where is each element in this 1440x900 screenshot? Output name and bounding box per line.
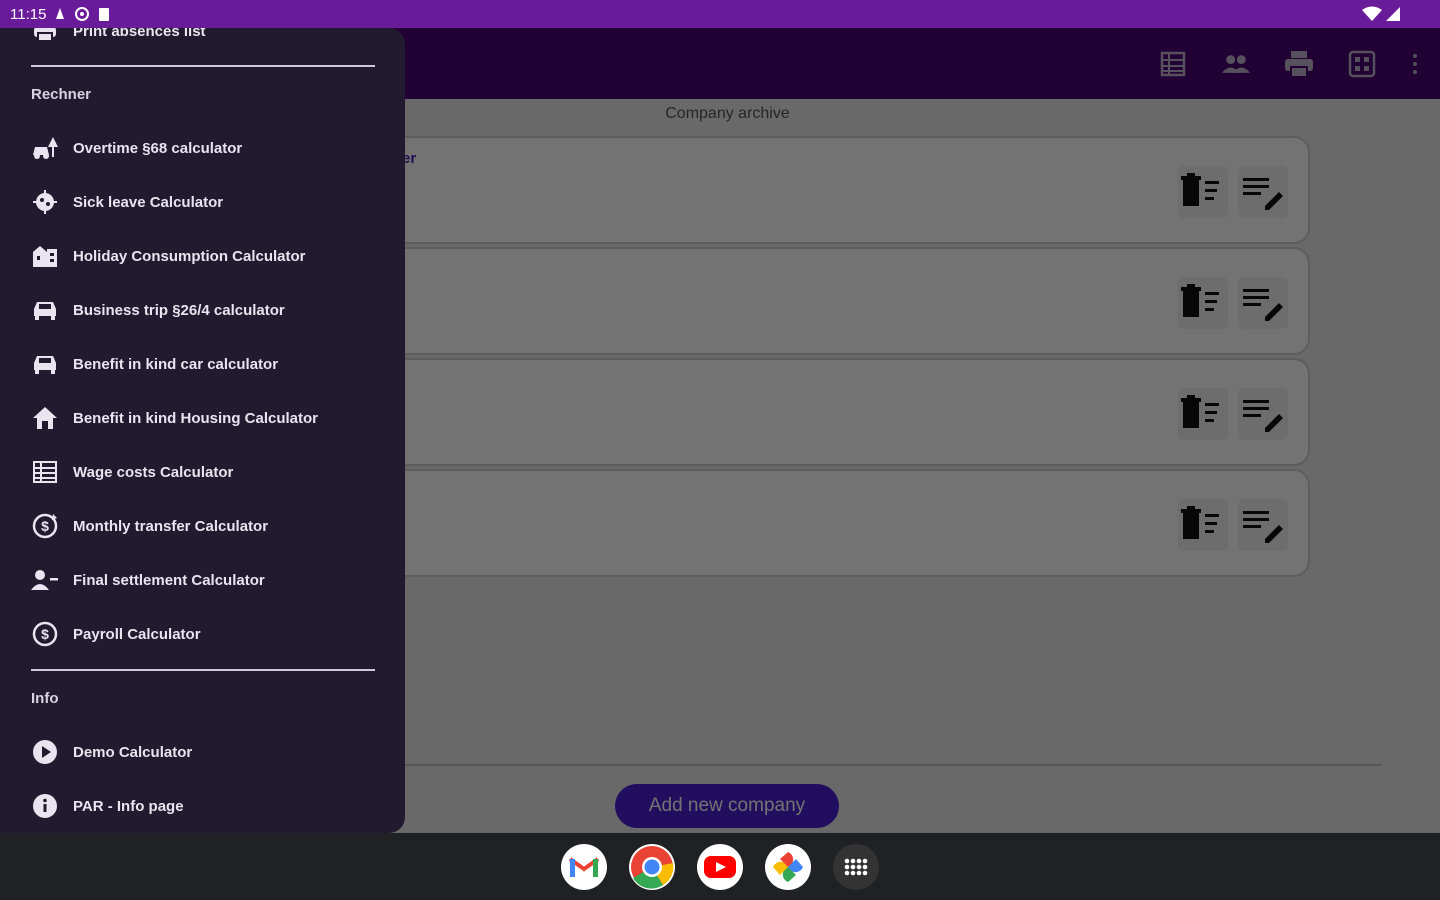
drawer-item-wage-costs-calculator[interactable]: Wage costs Calculator — [30, 452, 233, 492]
drawer-item-label: Monthly transfer Calculator — [73, 517, 269, 535]
delete-button[interactable] — [1178, 277, 1228, 329]
delete-list-icon — [1181, 284, 1219, 317]
edit-button[interactable] — [1238, 388, 1288, 440]
info-circle-icon — [30, 791, 60, 821]
drawer-item-label: Holiday Consumption Calculator — [73, 247, 306, 265]
drawer-item-label: Benefit in kind car calculator — [73, 355, 279, 373]
drawer-item-demo-calculator[interactable]: Demo Calculator — [30, 732, 192, 772]
drawer-divider — [31, 65, 375, 67]
edit-list-icon — [1243, 289, 1283, 321]
app-launcher-icon[interactable] — [833, 843, 879, 890]
more-vert-icon[interactable] — [1410, 49, 1420, 79]
drawer-item-label: Overtime §68 calculator — [73, 139, 243, 157]
drawer-item-overtime-calculator[interactable]: Overtime §68 calculator — [30, 128, 242, 168]
drawer-item-monthly-transfer-calculator[interactable]: $ Monthly transfer Calculator — [30, 506, 268, 546]
screen: 11:15 Company archive er Add new company… — [0, 0, 1440, 900]
drawer-item-label: Payroll Calculator — [73, 625, 201, 643]
drawer-item-benefit-car-calculator[interactable]: Benefit in kind car calculator — [30, 344, 278, 384]
edit-button[interactable] — [1238, 499, 1288, 551]
dashboard-icon[interactable] — [1347, 49, 1377, 79]
house-icon — [30, 403, 60, 433]
drawer-item-label: Wage costs Calculator — [73, 463, 234, 481]
drawer-item-final-settlement-calculator[interactable]: Final settlement Calculator — [30, 560, 265, 600]
dollar-circle-icon: $ — [30, 619, 60, 649]
drawer-item-print-absences[interactable]: Print absences list — [30, 28, 206, 51]
edit-button[interactable] — [1238, 277, 1288, 329]
status-time: 11:15 — [10, 5, 47, 23]
battery-saver-icon — [99, 8, 110, 21]
drawer-item-business-trip-calculator[interactable]: Business trip §26/4 calculator — [30, 290, 285, 330]
drawer-item-sick-leave-calculator[interactable]: Sick leave Calculator — [30, 182, 223, 222]
navigation-drawer: Print absences list Rechner Overtime §68… — [0, 28, 405, 833]
print-icon — [30, 28, 60, 46]
building-icon — [30, 241, 60, 271]
person-remove-icon — [30, 565, 60, 595]
drawer-item-label: Business trip §26/4 calculator — [73, 301, 285, 319]
taskbar — [0, 833, 1440, 900]
drawer-item-holiday-calculator[interactable]: Holiday Consumption Calculator — [30, 236, 306, 276]
drawer-item-label: Benefit in kind Housing Calculator — [73, 409, 319, 427]
notification-icon — [56, 8, 65, 19]
wifi-icon — [1362, 6, 1382, 21]
drawer-item-info-page[interactable]: PAR - Info page — [30, 786, 184, 826]
delete-list-icon — [1181, 173, 1219, 206]
drawer-item-label: Sick leave Calculator — [73, 193, 224, 211]
dollar-refresh-icon: $ — [30, 511, 60, 541]
delete-button[interactable] — [1178, 388, 1228, 440]
signal-icon — [1386, 7, 1400, 21]
delete-list-icon — [1181, 506, 1219, 539]
edit-list-icon — [1243, 511, 1283, 543]
drawer-item-label: Demo Calculator — [73, 743, 193, 761]
delete-list-icon — [1181, 395, 1219, 428]
status-bar: 11:15 — [0, 0, 1440, 28]
edit-list-icon — [1243, 400, 1283, 432]
svg-text:$: $ — [41, 518, 49, 534]
add-new-company-button[interactable]: Add new company — [615, 784, 839, 828]
drawer-item-label: PAR - Info page — [73, 797, 184, 815]
chrome-icon[interactable] — [629, 843, 675, 890]
drawer-section-title: Rechner — [31, 86, 92, 103]
table-icon — [30, 457, 60, 487]
delete-button[interactable] — [1178, 499, 1228, 551]
drawer-item-label: Print absences list — [73, 28, 206, 40]
edit-button[interactable] — [1238, 166, 1288, 218]
car-tree-icon — [30, 133, 60, 163]
print-icon[interactable] — [1284, 49, 1314, 79]
svg-text:$: $ — [41, 626, 49, 642]
delete-button[interactable] — [1178, 166, 1228, 218]
table-icon[interactable] — [1158, 49, 1188, 79]
drawer-divider — [31, 669, 375, 671]
drawer-item-label: Final settlement Calculator — [73, 571, 265, 589]
photos-icon[interactable] — [765, 843, 811, 890]
settings-status-icon — [75, 7, 90, 21]
youtube-icon[interactable] — [697, 843, 743, 890]
play-circle-icon — [30, 737, 60, 767]
virus-icon — [30, 187, 60, 217]
drawer-item-benefit-housing-calculator[interactable]: Benefit in kind Housing Calculator — [30, 398, 318, 438]
gmail-icon[interactable] — [561, 843, 607, 890]
car-icon — [30, 349, 60, 379]
car-icon — [30, 295, 60, 325]
edit-list-icon — [1243, 178, 1283, 210]
drawer-item-payroll-calculator[interactable]: $ Payroll Calculator — [30, 614, 201, 654]
drawer-section-title: Info — [31, 690, 59, 707]
people-icon[interactable] — [1221, 49, 1251, 79]
